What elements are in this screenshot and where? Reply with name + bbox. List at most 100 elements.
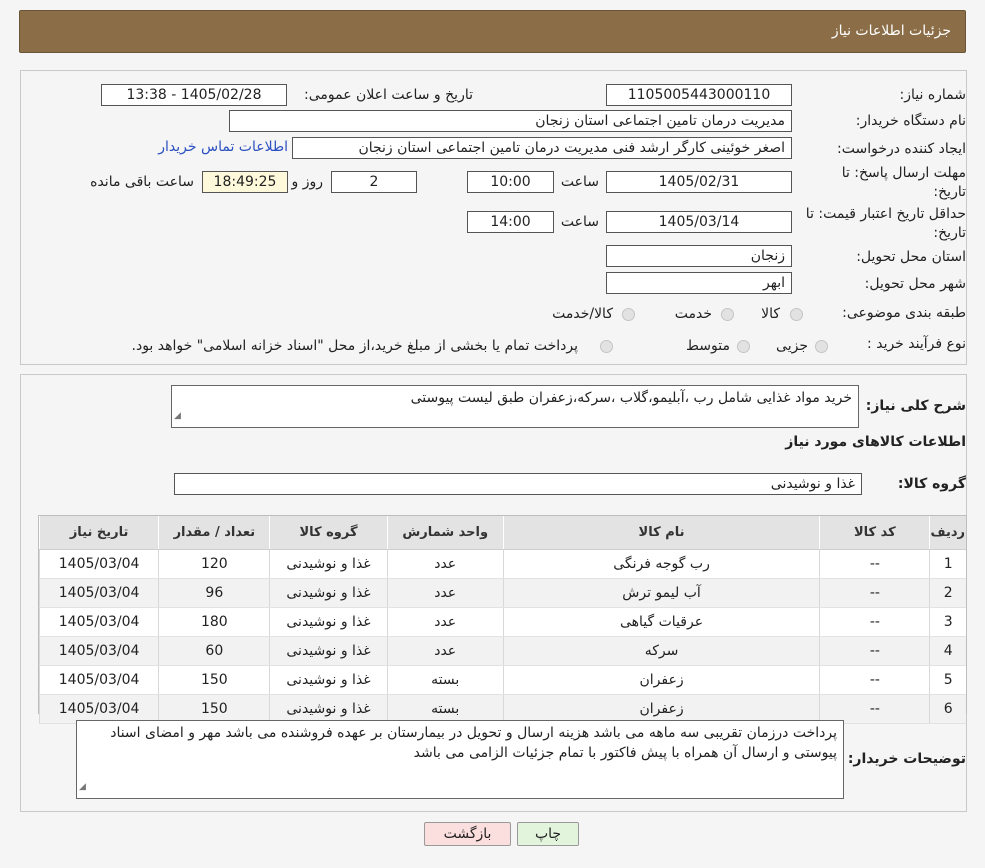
goods-qty: 180 [158, 607, 270, 637]
province-field: زنجان [606, 245, 792, 267]
row-index: 2 [929, 578, 966, 608]
remaining-label: ساعت باقی مانده [90, 174, 194, 190]
validity-label: حداقل تاریخ اعتبار قیمت: تا تاریخ: [805, 206, 966, 241]
col-qty-header: تعداد / مقدار [158, 516, 270, 550]
table-row: 4 -- سرکه عدد غذا و نوشیدنی 60 1405/03/0… [38, 636, 966, 666]
summary-label: شرح کلی نیاز: [865, 398, 966, 414]
goods-table: ردیف کد کالا نام کالا واحد شمارش گروه کا… [38, 515, 967, 724]
category-service-label: خدمت [674, 306, 712, 322]
resize-grip-icon[interactable]: ◢ [79, 777, 86, 797]
goods-qty: 96 [158, 578, 270, 608]
deadline-time-label: ساعت [560, 174, 599, 190]
category-service-radio[interactable] [721, 308, 734, 321]
table-row: 5 -- زعفران بسته غذا و نوشیدنی 150 1405/… [38, 665, 966, 695]
process-partial-label: جزیی [776, 338, 808, 354]
deadline-date-field: 1405/02/31 [606, 171, 792, 193]
city-field: ابهر [606, 272, 792, 294]
goods-group-label: گروه کالا: [897, 476, 966, 492]
goods-name: آب لیمو ترش [502, 578, 820, 608]
city-label: شهر محل تحویل: [864, 276, 966, 292]
days-field: 2 [331, 171, 417, 193]
process-medium-radio[interactable] [737, 340, 750, 353]
goods-code: -- [819, 607, 930, 637]
need-date: 1405/03/04 [38, 607, 159, 637]
buyer-contact-link[interactable]: اطلاعات تماس خریدار [158, 139, 288, 155]
validity-date-field: 1405/03/14 [606, 211, 792, 233]
table-row: 2 -- آب لیمو ترش عدد غذا و نوشیدنی 96 14… [38, 578, 966, 608]
table-row: 3 -- عرقیات گیاهی عدد غذا و نوشیدنی 180 … [38, 607, 966, 637]
creator-label: ایجاد کننده درخواست: [837, 141, 966, 157]
announce-label: تاریخ و ساعت اعلان عمومی: [304, 87, 473, 103]
category-goods-radio[interactable] [790, 308, 803, 321]
need-date: 1405/03/04 [38, 578, 159, 608]
col-code-header: کد کالا [819, 516, 930, 550]
buyer-label: نام دستگاه خریدار: [855, 113, 966, 129]
process-partial-radio[interactable] [815, 340, 828, 353]
goods-table-header: ردیف کد کالا نام کالا واحد شمارش گروه کا… [38, 516, 966, 550]
process-medium-label: متوسط [686, 338, 730, 354]
row-index: 1 [929, 549, 966, 579]
print-button[interactable]: چاپ [517, 822, 579, 846]
row-index: 4 [929, 636, 966, 666]
summary-text: خرید مواد غذایی شامل رب ،آبلیمو،گلاب ،سر… [410, 390, 852, 406]
validity-time-field: 14:00 [467, 211, 554, 233]
page-title: جزئیات اطلاعات نیاز [831, 23, 951, 39]
goods-name: عرقیات گیاهی [502, 607, 820, 637]
treasury-payment-note: پرداخت تمام یا بخشی از مبلغ خرید،از محل … [131, 338, 578, 354]
need-date: 1405/03/04 [38, 636, 159, 666]
goods-group: غذا و نوشیدنی [269, 636, 388, 666]
goods-qty: 60 [158, 636, 270, 666]
resize-grip-icon[interactable]: ◢ [174, 406, 181, 426]
goods-group: غذا و نوشیدنی [269, 665, 388, 695]
need-date: 1405/03/04 [38, 665, 159, 695]
province-label: استان محل تحویل: [856, 249, 966, 265]
goods-group: غذا و نوشیدنی [269, 549, 388, 579]
goods-name: سرکه [502, 636, 820, 666]
deadline-time-field: 10:00 [467, 171, 554, 193]
page-header: جزئیات اطلاعات نیاز [19, 10, 966, 53]
goods-code: -- [819, 549, 930, 579]
need-number-field: 1105005443000110 [606, 84, 792, 106]
back-button[interactable]: بازگشت [424, 822, 511, 846]
goods-code: -- [819, 636, 930, 666]
buyer-field: مدیریت درمان تامین اجتماعی استان زنجان [229, 110, 792, 132]
goods-name: زعفران [502, 665, 820, 695]
goods-group: غذا و نوشیدنی [269, 578, 388, 608]
validity-time-label: ساعت [560, 214, 599, 230]
col-name-header: نام کالا [502, 516, 820, 550]
treasury-payment-radio[interactable] [600, 340, 613, 353]
goods-unit: عدد [386, 607, 504, 637]
deadline-label: مهلت ارسال پاسخ: تا تاریخ: [841, 165, 966, 200]
announce-field: 1405/02/28 - 13:38 [101, 84, 287, 106]
buyer-notes-textarea[interactable]: پرداخت درزمان تقریبی سه ماهه می باشد هزی… [76, 720, 844, 799]
buyer-notes-text: پرداخت درزمان تقریبی سه ماهه می باشد هزی… [110, 725, 837, 761]
goods-code: -- [819, 578, 930, 608]
goods-qty: 120 [158, 549, 270, 579]
col-date-header: تاریخ نیاز [38, 516, 159, 550]
goods-unit: بسته [386, 665, 504, 695]
row-index: 5 [929, 665, 966, 695]
summary-textarea[interactable]: خرید مواد غذایی شامل رب ،آبلیمو،گلاب ،سر… [171, 385, 859, 428]
goods-group-field: غذا و نوشیدنی [174, 473, 862, 495]
need-date: 1405/03/04 [38, 549, 159, 579]
category-goods-service-radio[interactable] [622, 308, 635, 321]
goods-name: رب گوجه فرنگی [502, 549, 820, 579]
buyer-notes-label: توضیحات خریدار: [847, 751, 966, 767]
remaining-time-field: 18:49:25 [202, 171, 288, 193]
goods-code: -- [819, 665, 930, 695]
need-number-label: شماره نیاز: [899, 87, 967, 103]
goods-group: غذا و نوشیدنی [269, 607, 388, 637]
goods-qty: 150 [158, 665, 270, 695]
row-index: 6 [929, 694, 966, 724]
category-label: طبقه بندی موضوعی: [842, 305, 966, 321]
goods-unit: عدد [386, 549, 504, 579]
goods-info-title: اطلاعات کالاهای مورد نیاز [785, 434, 966, 450]
table-row: 1 -- رب گوجه فرنگی عدد غذا و نوشیدنی 120… [38, 549, 966, 579]
row-index: 3 [929, 607, 966, 637]
creator-field: اصغر خوئینی کارگر ارشد فنی مدیریت درمان … [292, 137, 792, 159]
days-label: روز و [291, 174, 324, 190]
col-unit-header: واحد شمارش [386, 516, 504, 550]
goods-unit: عدد [386, 578, 504, 608]
col-group-header: گروه کالا [269, 516, 388, 550]
goods-unit: عدد [386, 636, 504, 666]
